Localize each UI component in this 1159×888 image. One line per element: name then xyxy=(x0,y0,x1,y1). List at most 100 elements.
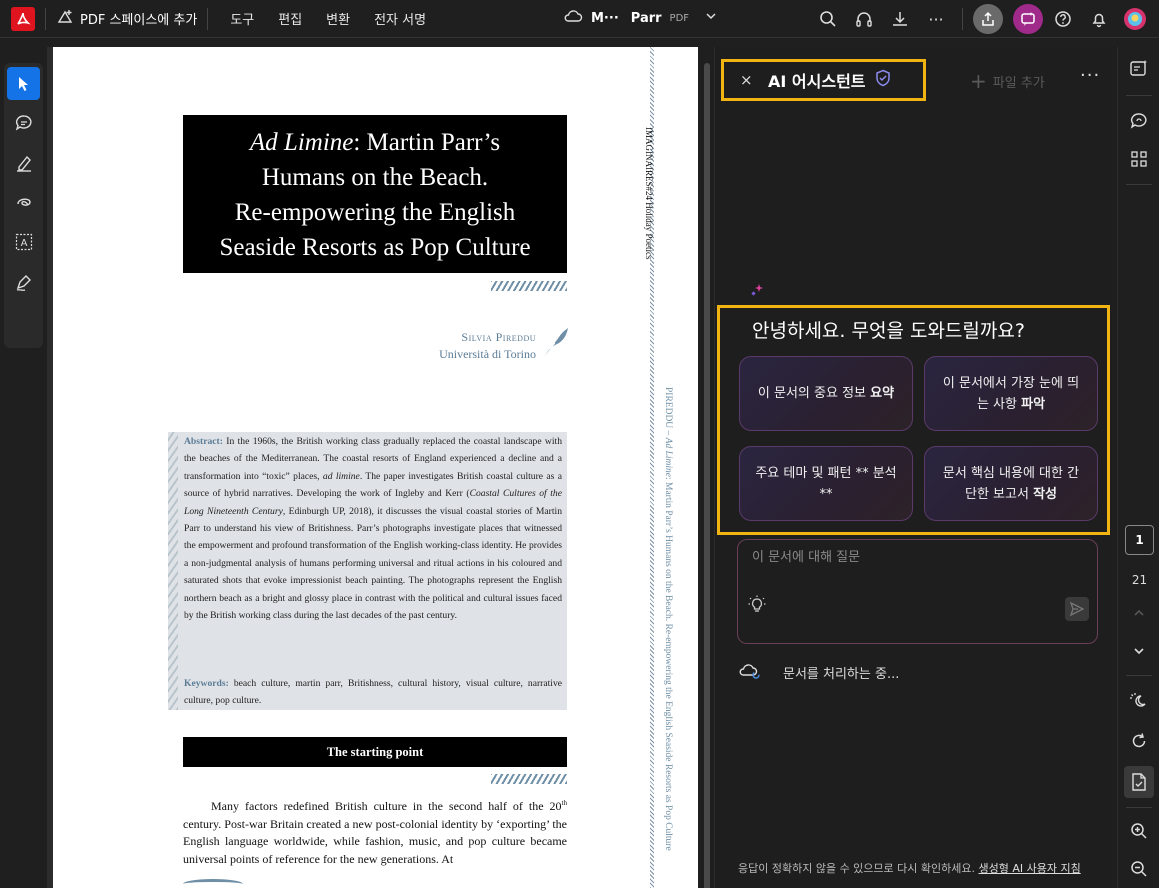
title-line3: Re-empowering the English xyxy=(234,199,516,226)
processing-status: 문서를 처리하는 중... xyxy=(737,661,899,683)
divider xyxy=(207,7,209,30)
body-paragraph: Many factors redefined British culture i… xyxy=(183,795,567,868)
comments-icon[interactable] xyxy=(1125,107,1153,135)
more-options-icon[interactable]: ··· xyxy=(1080,65,1100,86)
suggestion-report[interactable]: 문서 핵심 내용에 대한 간단한 보고서 작성 xyxy=(924,446,1098,521)
running-rest: : Martin Parr’s Humans on the Beach. Re-… xyxy=(663,477,673,851)
journal-running-head: IMAGINAIRES#24 Holiday Poetics xyxy=(644,127,654,260)
select-tool-icon[interactable] xyxy=(7,67,40,100)
cloud-sync-icon xyxy=(737,661,761,683)
question-input-placeholder: 이 문서에 대해 질문 xyxy=(752,550,861,565)
share-icon[interactable] xyxy=(973,4,1003,34)
add-file-button[interactable]: + 파일 추가 xyxy=(970,69,1045,93)
more-options-icon[interactable]: ··· xyxy=(920,3,952,35)
acrobat-logo-icon[interactable] xyxy=(11,6,35,31)
disclaimer: 응답이 정확하지 않을 수 있으므로 다시 확인하세요. 생성형 AI 사용자 … xyxy=(738,860,1081,876)
sign-pen-icon[interactable] xyxy=(7,265,40,298)
search-icon[interactable] xyxy=(812,3,844,35)
body-part: century. Post-war Britain created a new … xyxy=(183,816,567,866)
title-italic: Ad Limine xyxy=(249,129,354,156)
suggestion-text: 이 문서에서 가장 눈에 띄는 사항 파악 xyxy=(942,375,1080,412)
title-line1: : Martin Parr’s xyxy=(353,129,501,156)
divider xyxy=(1126,95,1152,96)
notification-bell-icon[interactable] xyxy=(1083,3,1115,35)
download-icon[interactable] xyxy=(884,3,916,35)
ai-assistant-icon[interactable] xyxy=(1013,4,1043,34)
author-name: Silvia Pireddu xyxy=(461,330,536,344)
current-page-input[interactable]: 1 xyxy=(1125,525,1154,555)
headphones-icon[interactable] xyxy=(848,3,880,35)
zoom-in-icon[interactable] xyxy=(1125,817,1153,845)
lightbulb-icon[interactable] xyxy=(748,595,766,619)
running-prefix: PIREDDU – xyxy=(663,387,673,438)
suggestion-summarize[interactable]: 이 문서의 중요 정보 요약 xyxy=(739,356,913,431)
chevron-down-icon[interactable] xyxy=(705,10,717,26)
avatar[interactable] xyxy=(1119,3,1151,35)
keywords-text: beach culture, martin parr, Britishness,… xyxy=(184,678,563,707)
menu-esign[interactable]: 전자 서명 xyxy=(374,9,426,28)
suggestion-text: 문서 핵심 내용에 대한 간단한 보고서 작성 xyxy=(942,465,1080,502)
tools-panel: A xyxy=(4,63,43,348)
top-bar: PDF 스페이스에 추가 도구 편집 변환 전자 서명 M··· Parr PD… xyxy=(0,0,1159,38)
suggestion-analyze[interactable]: 주요 테마 및 패턴 ** 분석** xyxy=(739,446,913,521)
top-actions: ··· xyxy=(812,3,1151,35)
divider xyxy=(1126,807,1152,808)
menu-convert[interactable]: 변환 xyxy=(326,9,350,28)
ai-assistant-panel: × AI 어시스턴트 + 파일 추가 ··· 안녕하세요. 무엇을 도와드릴까요… xyxy=(714,47,1116,888)
doc-type: PDF xyxy=(669,12,690,24)
abstract-stripe xyxy=(168,432,178,710)
abstract-label: Abstract: xyxy=(184,436,223,447)
highlight-pen-icon[interactable] xyxy=(7,146,40,179)
genai-guidelines-link[interactable]: 생성형 AI 사용자 지침 xyxy=(979,862,1081,875)
svg-text:A: A xyxy=(20,238,27,249)
rotate-icon[interactable] xyxy=(1125,727,1153,755)
menu-tools[interactable]: 도구 xyxy=(230,9,254,28)
disclaimer-text: 응답이 정확하지 않을 수 있으므로 다시 확인하세요. xyxy=(738,862,975,875)
chevron-up-icon[interactable] xyxy=(1125,599,1153,627)
doc-name: Parr xyxy=(630,10,662,26)
body-part: Many factors redefined British culture i… xyxy=(211,799,562,813)
pdf-page: Ad Limine: Martin Parr’s Humans on the B… xyxy=(53,47,698,888)
help-icon[interactable] xyxy=(1047,3,1079,35)
running-italic: Ad Limine xyxy=(663,437,673,477)
keywords-label: Keywords: xyxy=(184,678,229,689)
comment-tool-icon[interactable] xyxy=(7,106,40,139)
zoom-out-icon[interactable] xyxy=(1125,855,1153,883)
author-affiliation: Università di Torino xyxy=(439,347,536,361)
sparkle-icon xyxy=(750,282,766,301)
doc-name-short: M··· xyxy=(591,10,619,26)
thumbnails-icon[interactable] xyxy=(1125,145,1153,173)
dark-mode-icon[interactable] xyxy=(1125,687,1153,715)
title-line4: Seaside Resorts as Pop Culture xyxy=(219,234,531,261)
assistant-header: × AI 어시스턴트 xyxy=(721,59,926,101)
ai-summary-icon[interactable] xyxy=(1125,55,1153,83)
send-icon[interactable] xyxy=(1065,597,1089,621)
add-to-space-icon xyxy=(56,8,74,30)
text-box-icon[interactable]: A xyxy=(7,225,40,258)
add-to-space-label: PDF 스페이스에 추가 xyxy=(80,13,198,28)
article-running-head: PIREDDU – Ad Limine: Martin Parr’s Human… xyxy=(663,387,673,851)
cloud-icon xyxy=(563,8,583,28)
hatch-ornament xyxy=(491,774,567,784)
close-icon[interactable]: × xyxy=(740,71,758,89)
scrollbar-thumb[interactable] xyxy=(704,63,710,888)
document-name[interactable]: M··· Parr PDF xyxy=(563,8,717,28)
acrobat-window: PDF 스페이스에 추가 도구 편집 변환 전자 서명 M··· Parr PD… xyxy=(0,0,1159,888)
keywords: Keywords: beach culture, martin parr, Br… xyxy=(184,675,562,710)
processing-text: 문서를 처리하는 중... xyxy=(783,666,900,682)
menu-edit[interactable]: 편집 xyxy=(278,9,302,28)
title-line2: Humans on the Beach. xyxy=(261,164,489,191)
add-to-space-button[interactable]: PDF 스페이스에 추가 xyxy=(56,8,197,30)
suggestion-text: 이 문서의 중요 정보 요약 xyxy=(757,386,895,401)
suggestion-identify[interactable]: 이 문서에서 가장 눈에 띄는 사항 파악 xyxy=(924,356,1098,431)
document-viewer[interactable]: Ad Limine: Martin Parr’s Humans on the B… xyxy=(47,47,698,888)
document-scrollbar[interactable] xyxy=(700,47,714,888)
page-ornament xyxy=(183,879,243,888)
freehand-draw-icon[interactable] xyxy=(7,185,40,218)
document-page-icon[interactable] xyxy=(1124,766,1154,798)
hatch-ornament xyxy=(491,281,567,291)
chevron-down-icon[interactable] xyxy=(1125,637,1153,665)
assistant-title: AI 어시스턴트 xyxy=(768,72,866,91)
left-toolbar: A xyxy=(0,47,47,888)
question-input[interactable]: 이 문서에 대해 질문 xyxy=(737,539,1098,644)
